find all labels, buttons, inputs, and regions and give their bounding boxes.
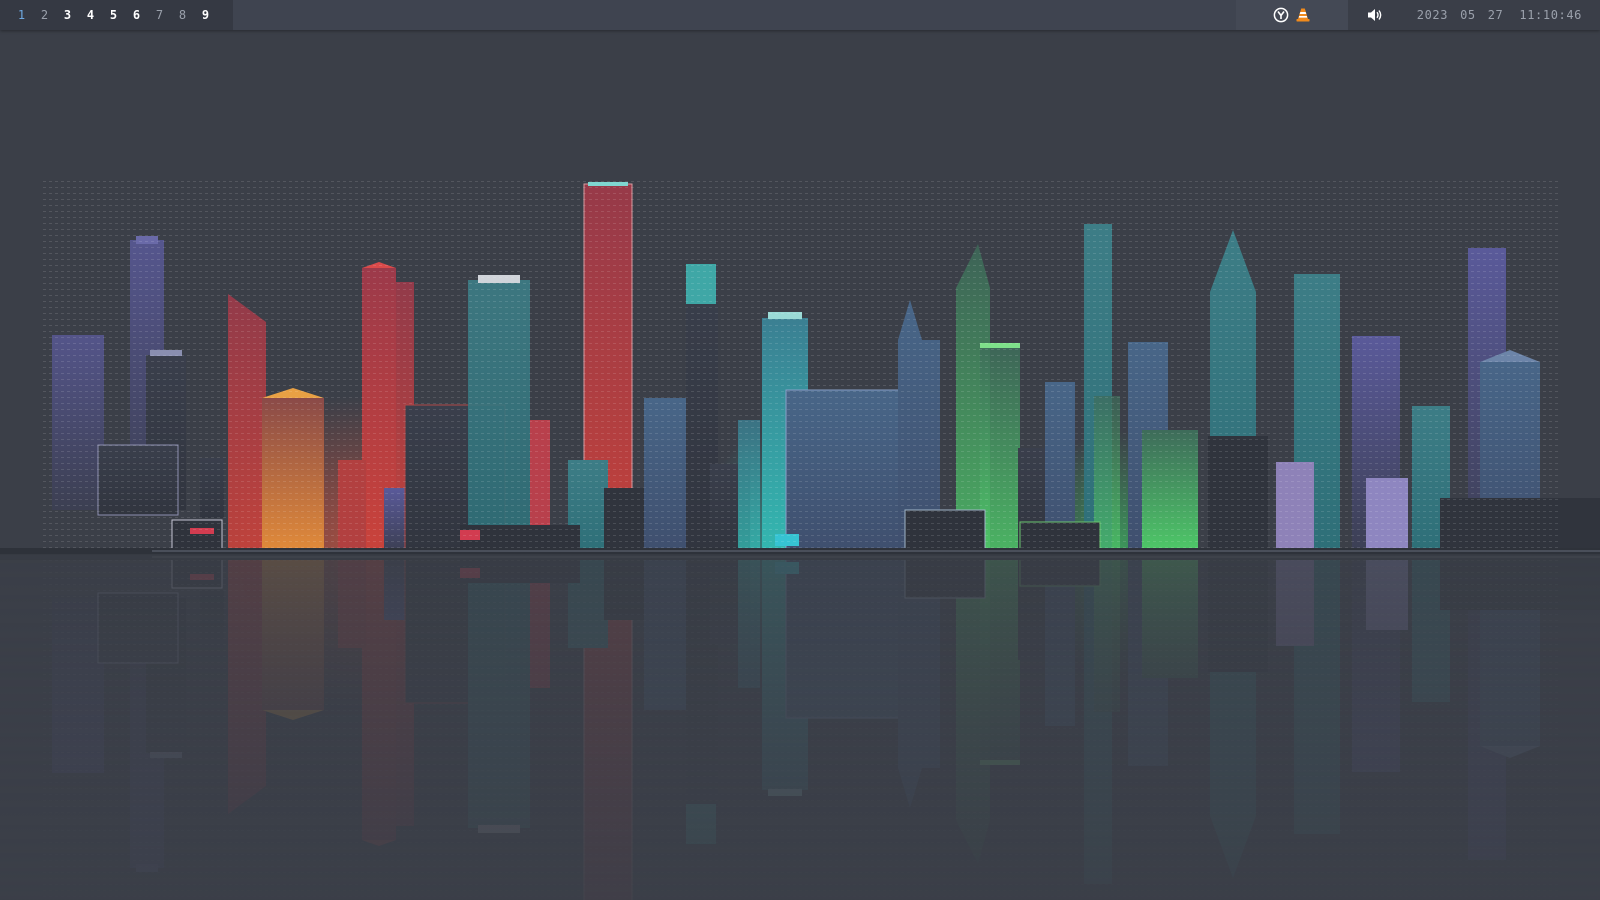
top-bar: 1 2 3 4 5 6 7 8 9 2023 05 27 11:10:46 (0, 0, 1600, 30)
yubikey-icon[interactable] (1273, 7, 1289, 23)
workspace-3[interactable]: 3 (56, 8, 79, 22)
desktop-wallpaper (0, 30, 1600, 900)
workspace-7[interactable]: 7 (148, 8, 171, 22)
clock-day: 27 (1487, 8, 1504, 22)
clock-month: 05 (1460, 8, 1476, 22)
workspace-4[interactable]: 4 (79, 8, 102, 22)
workspace-switcher: 1 2 3 4 5 6 7 8 9 (0, 0, 233, 30)
city-skyline-image (0, 179, 1600, 900)
workspace-8[interactable]: 8 (171, 8, 194, 22)
workspace-9[interactable]: 9 (194, 8, 217, 22)
workspace-5[interactable]: 5 (102, 8, 125, 22)
workspace-2[interactable]: 2 (33, 8, 56, 22)
workspace-1[interactable]: 1 (10, 8, 33, 22)
clock-year: 2023 (1416, 8, 1449, 22)
system-tray (1236, 0, 1348, 30)
clock[interactable]: 2023 05 27 11:10:46 (1400, 0, 1600, 30)
vlc-icon[interactable] (1295, 7, 1311, 23)
speaker-icon (1366, 7, 1382, 23)
workspace-6[interactable]: 6 (125, 8, 148, 22)
clock-time: 11:10:46 (1519, 8, 1582, 22)
volume-control[interactable] (1348, 0, 1400, 30)
